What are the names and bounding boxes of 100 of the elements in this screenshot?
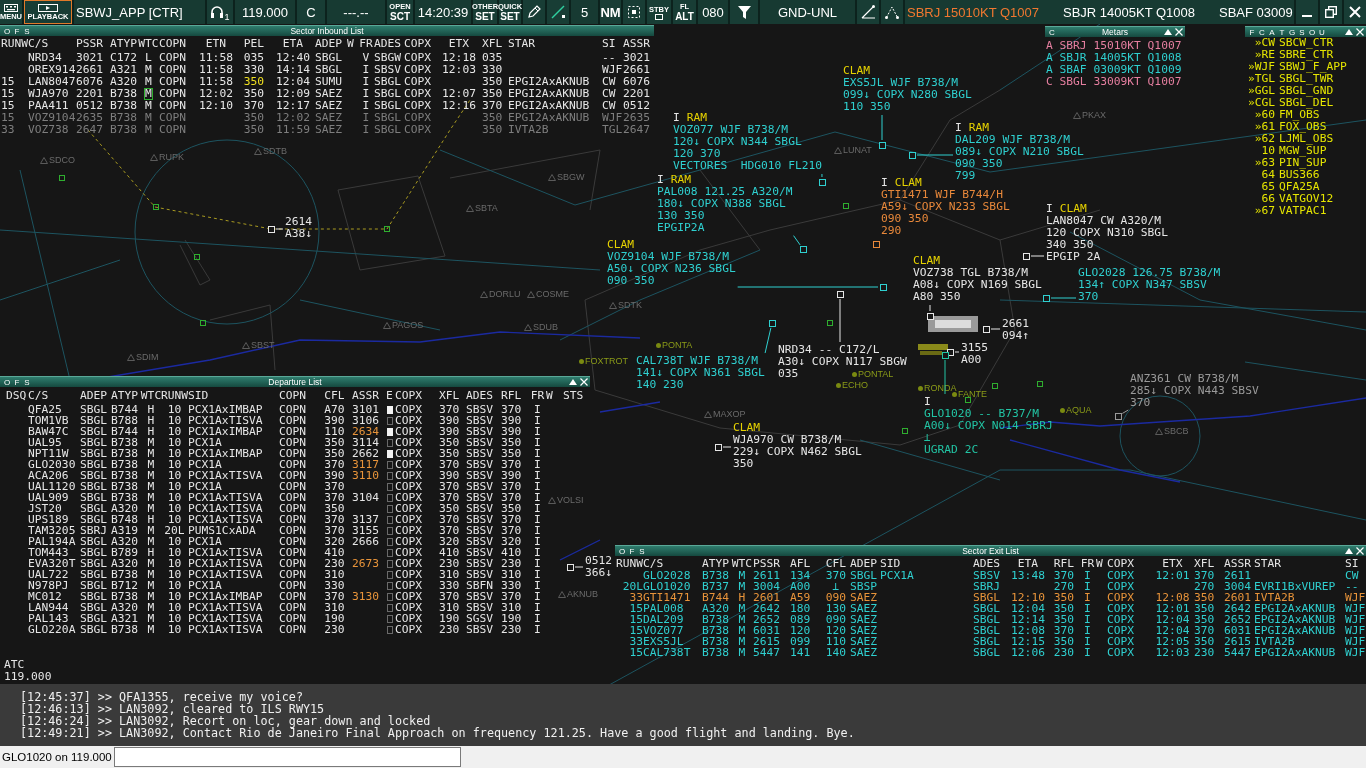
aircraft-data-line[interactable]: 141↓ COPX N361 SBGL	[636, 367, 765, 379]
aircraft-data-line[interactable]: UGRAD 2C	[924, 444, 979, 456]
aircraft-data-line[interactable]: A80 350	[913, 291, 961, 303]
aircraft-data-line[interactable]: 120 370	[673, 148, 721, 160]
aircraft-target-icon[interactable]	[880, 284, 887, 291]
aircraft-data-line[interactable]: 366↓	[585, 567, 613, 579]
aircraft-data-line[interactable]: EXS5JL WJF B738/M	[843, 77, 959, 89]
aircraft-target-icon[interactable]	[800, 246, 807, 253]
controller-callsign[interactable]: QFA25A	[1279, 181, 1320, 193]
aircraft-data-line[interactable]: VOZ738 TGL B738/M	[913, 267, 1029, 279]
checkbox[interactable]	[386, 603, 393, 612]
checkbox[interactable]	[386, 438, 393, 447]
aircraft-data-line[interactable]: CAL738T WJF B738/M	[636, 355, 758, 367]
close-button[interactable]	[1344, 0, 1366, 24]
aircraft-data-line[interactable]: 290	[881, 225, 902, 237]
aircraft-data-line[interactable]: 370	[1078, 291, 1099, 303]
aircraft-data-line[interactable]: 370	[1130, 397, 1151, 409]
aircraft-data-line[interactable]: 0512	[585, 555, 613, 567]
filter-tab[interactable]: S	[1298, 27, 1306, 37]
aircraft-data-line[interactable]: A38↓	[285, 228, 313, 240]
aircraft-target-icon[interactable]	[879, 142, 886, 149]
filter-tab[interactable]: T	[1278, 27, 1286, 37]
panel-option-button[interactable]: O	[618, 546, 626, 556]
aircraft-data-line[interactable]: 110 350	[843, 101, 891, 113]
aircraft-data-line[interactable]: 090 350	[607, 275, 655, 287]
aircraft-data-line[interactable]: NRD34 -- C172/L	[778, 344, 880, 356]
checkbox[interactable]	[386, 515, 393, 524]
checkbox[interactable]	[386, 592, 393, 601]
collapse-button[interactable]	[1344, 546, 1353, 556]
aircraft-data-line[interactable]: A30↓ COPX N117 SBGW	[778, 356, 907, 368]
aircraft-data-line[interactable]: 285↓ COPX N443 SBSV	[1130, 385, 1259, 397]
controller-callsign[interactable]: VATGOV12	[1279, 193, 1334, 205]
filter-tab[interactable]: A	[1268, 27, 1276, 37]
checkbox[interactable]	[386, 482, 393, 491]
checkbox[interactable]	[386, 427, 393, 436]
aircraft-data-line[interactable]: 340 350	[1046, 239, 1094, 251]
controller-callsign[interactable]: SBGL_DEL	[1279, 97, 1334, 109]
controller-callsign[interactable]: LJML_OBS	[1279, 133, 1334, 145]
aircraft-data-line[interactable]: A00	[961, 354, 982, 366]
checkbox[interactable]	[386, 559, 393, 568]
collapse-button[interactable]	[568, 377, 577, 387]
aircraft-target-icon[interactable]	[1115, 413, 1122, 420]
aircraft-data-line[interactable]: GLO2028 126.75 B738/M	[1078, 267, 1221, 279]
checkbox[interactable]	[386, 537, 393, 546]
checkbox[interactable]	[386, 471, 393, 480]
message-input[interactable]	[113, 747, 461, 767]
aircraft-data-line[interactable]: 2614	[285, 216, 313, 228]
aircraft-data-line[interactable]: VOZ077 WJF B738/M	[673, 124, 789, 136]
close-button[interactable]	[1174, 27, 1183, 37]
aircraft-data-line[interactable]: 180↓ COPX N388 SBGL	[657, 198, 786, 210]
aircraft-data-line[interactable]: 090 350	[955, 158, 1003, 170]
checkbox[interactable]	[386, 548, 393, 557]
aircraft-data-line[interactable]: 094↑	[1002, 330, 1030, 342]
aircraft-data-line[interactable]: VECTORES HDG010 FL210	[673, 160, 822, 172]
aircraft-data-line[interactable]: EPGIP2A	[657, 222, 705, 234]
aircraft-data-line[interactable]: 090 350	[881, 213, 929, 225]
controller-callsign[interactable]: FOX_OBS	[1279, 121, 1327, 133]
headset-button[interactable]: 1	[207, 0, 233, 24]
controller-callsign[interactable]: SBRE_CTR	[1279, 49, 1334, 61]
controller-callsign[interactable]: SBCW_CTR	[1279, 37, 1334, 49]
filter-button[interactable]	[730, 0, 758, 24]
filter-tab[interactable]: G	[1288, 27, 1296, 37]
aircraft-target-icon[interactable]	[909, 152, 916, 159]
panel-option-button[interactable]: O	[3, 26, 11, 36]
checkbox[interactable]	[386, 581, 393, 590]
aircraft-data-line[interactable]: PAL008 121.25 A320/M	[657, 186, 793, 198]
panel-option-button[interactable]: S	[23, 26, 31, 36]
aircraft-data-line[interactable]: 134↑ COPX N347 SBSV	[1078, 279, 1207, 291]
aircraft-data-line[interactable]: ANZ361 CW B738/M	[1130, 373, 1239, 385]
checkbox[interactable]	[386, 460, 393, 469]
aircraft-data-line[interactable]: 120 COPX N310 SBGL	[1046, 227, 1168, 239]
aircraft-data-line[interactable]: 229↓ COPX N462 SBGL	[733, 446, 862, 458]
aircraft-data-line[interactable]: EPGIP 2A	[1046, 251, 1101, 263]
aircraft-data-line[interactable]: 799	[955, 170, 976, 182]
range-unit-button[interactable]: NM	[600, 0, 621, 24]
aircraft-data-line[interactable]: WJA970 CW B738/M	[733, 434, 842, 446]
filter-tab[interactable]: F	[1248, 27, 1256, 37]
aircraft-data-line[interactable]: 089↓ COPX N210 SBGL	[955, 146, 1084, 158]
filter-tab[interactable]: U	[1318, 27, 1326, 37]
aircraft-data-line[interactable]: 130 350	[657, 210, 705, 222]
checkbox[interactable]	[386, 405, 393, 414]
aircraft-data-line[interactable]: 2661	[1002, 318, 1030, 330]
aircraft-data-line[interactable]: DAL209 WJF B738/M	[955, 134, 1071, 146]
aircraft-data-line[interactable]: 035	[778, 368, 799, 380]
aircraft-target-icon[interactable]	[873, 241, 880, 248]
aircraft-data-line[interactable]: LAN8047 CW A320/M	[1046, 215, 1162, 227]
aircraft-data-line[interactable]: A59↓ COPX N233 SBGL	[881, 201, 1010, 213]
panel-option-button[interactable]: O	[3, 377, 11, 387]
controller-callsign[interactable]: SBWJ_F_APP	[1279, 61, 1347, 73]
angle-tool-button[interactable]	[857, 0, 879, 24]
panel-option-button[interactable]: S	[638, 546, 646, 556]
aircraft-data-line[interactable]: ⊥	[924, 432, 931, 444]
aircraft-target-icon[interactable]	[769, 320, 776, 327]
close-button[interactable]	[1355, 546, 1364, 556]
frequency-mode-button[interactable]: C	[297, 0, 325, 24]
controller-callsign[interactable]: MGW_SUP	[1279, 145, 1327, 157]
filter-tab[interactable]: C	[1258, 27, 1266, 37]
close-button[interactable]	[579, 377, 588, 387]
aircraft-data-line[interactable]: 099↓ COPX N280 SBGL	[843, 89, 972, 101]
controller-callsign[interactable]: SBGL_TWR	[1279, 73, 1334, 85]
